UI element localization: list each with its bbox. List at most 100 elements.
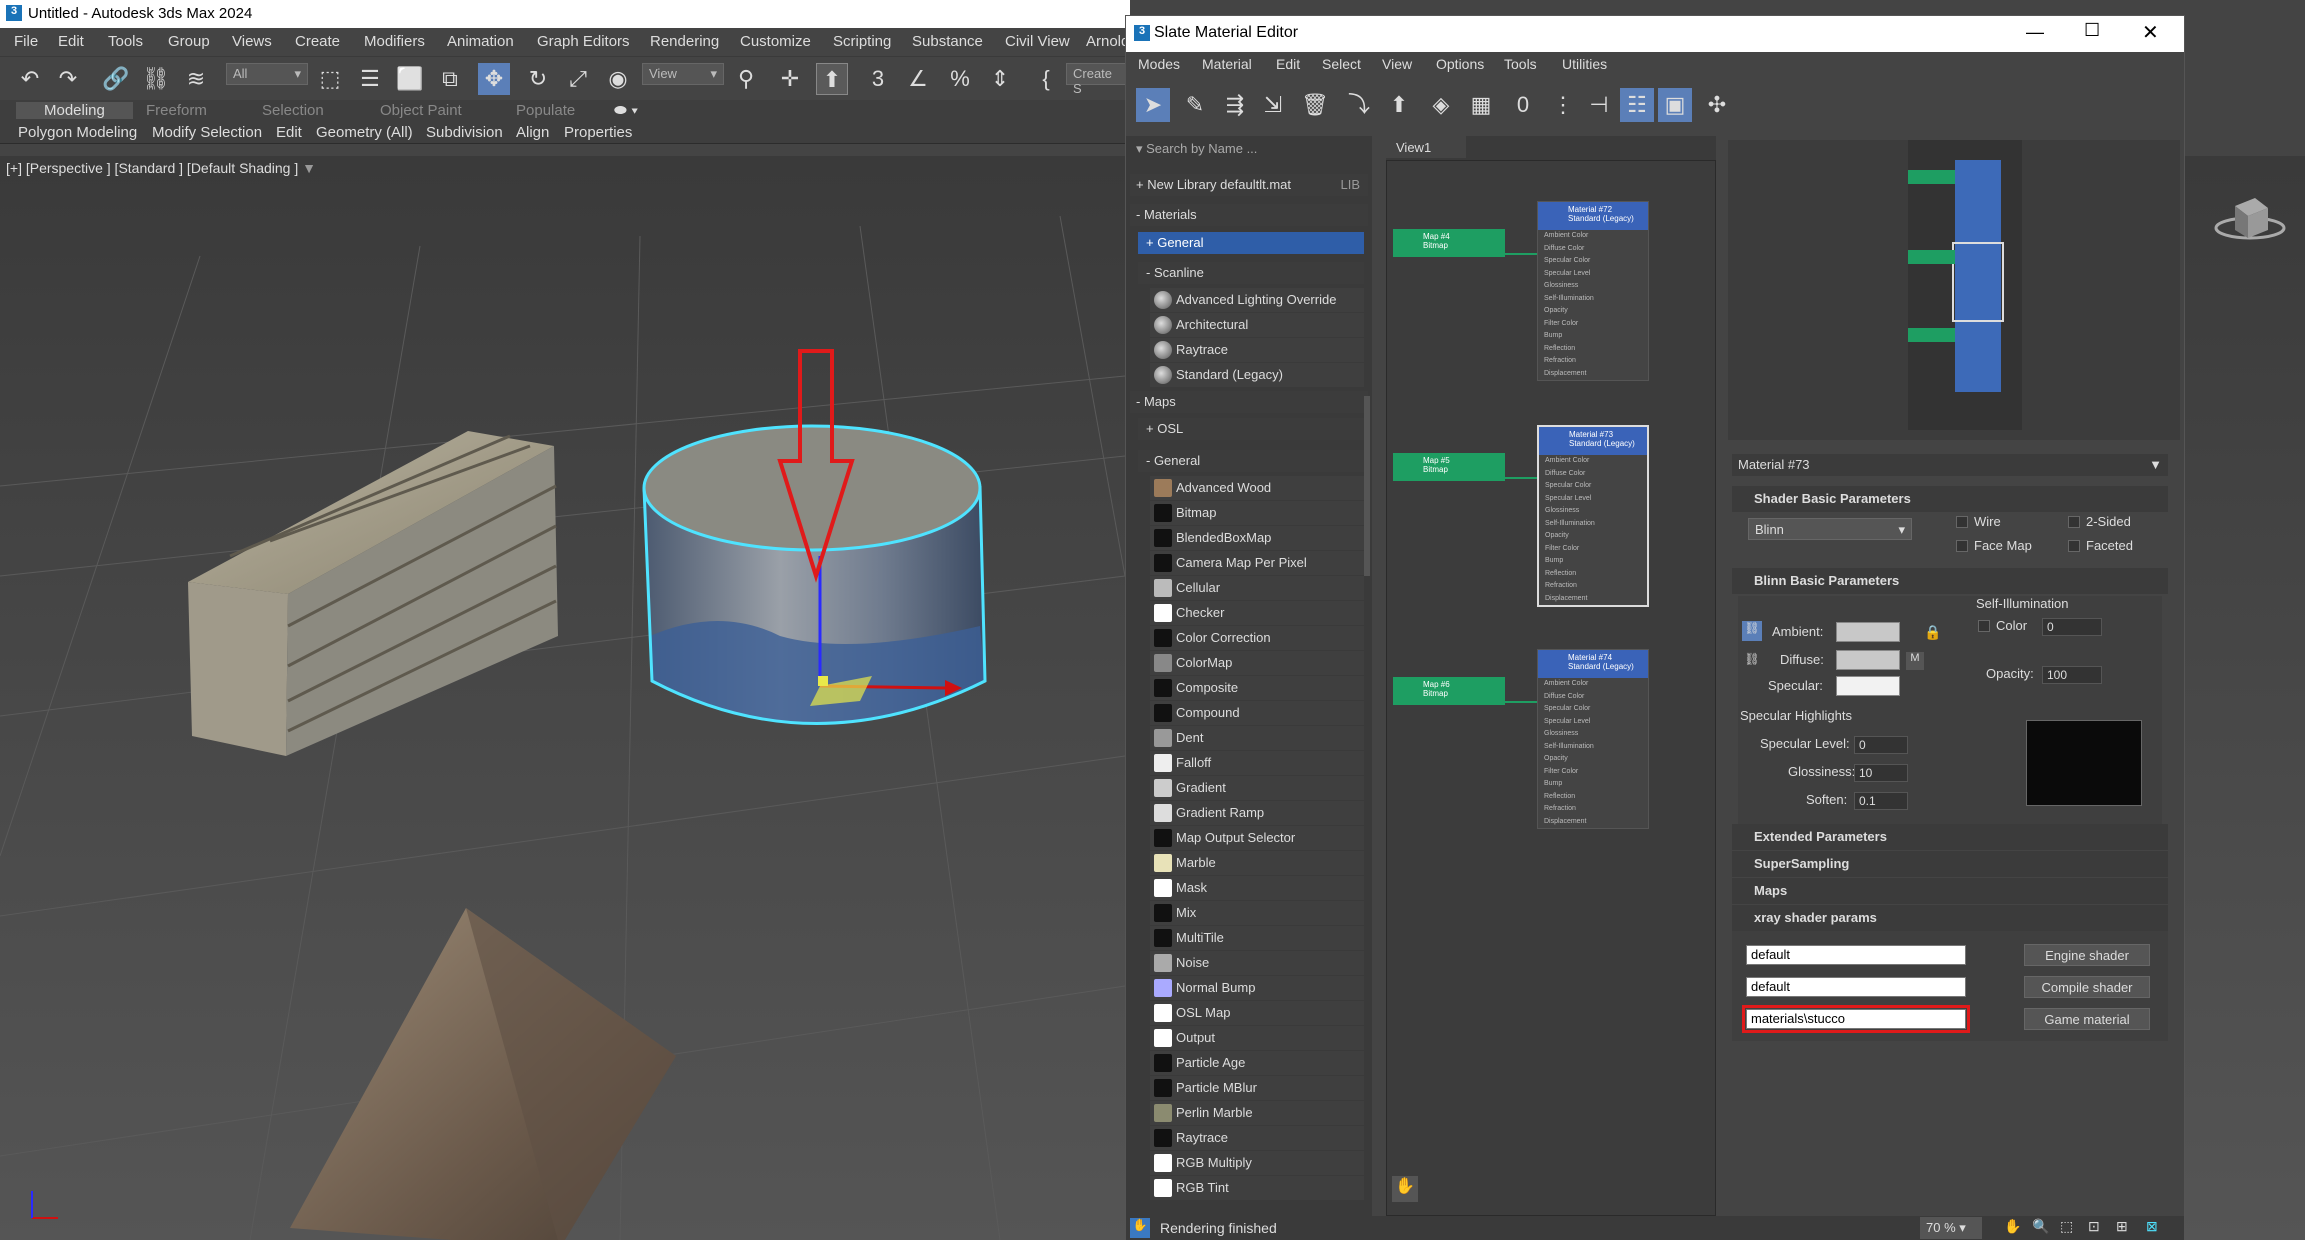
material-slot[interactable]: Reflection (1538, 343, 1648, 356)
zoom-icon[interactable]: 🔍 (2032, 1218, 2049, 1235)
material-slot[interactable]: Refraction (1538, 355, 1648, 368)
material-slot[interactable]: Opacity (1538, 753, 1648, 766)
material-slot[interactable]: Refraction (1539, 580, 1647, 593)
soften-value[interactable]: 0.1 (1854, 792, 1908, 810)
material-slot[interactable]: Self-Illumination (1539, 518, 1647, 531)
material-node-header[interactable]: Material #73 Standard (Legacy) (1539, 427, 1647, 455)
compile-shader-button[interactable]: Compile shader (2024, 976, 2150, 998)
slate-menu-edit[interactable]: Edit (1276, 56, 1300, 72)
material-slot[interactable]: Diffuse Color (1538, 691, 1648, 704)
diffuse-map-button[interactable]: M (1906, 652, 1924, 670)
material-slot[interactable]: Filter Color (1539, 543, 1647, 556)
navigator-view-rect[interactable] (1952, 242, 2004, 322)
navigator-hand-icon[interactable]: ✋ (1392, 1176, 1418, 1202)
slate-menu-options[interactable]: Options (1436, 56, 1484, 72)
select-object-icon[interactable]: ⬚ (314, 63, 346, 95)
viewport-label[interactable]: [+] [Perspective ] [Standard ] [Default … (6, 160, 316, 176)
map-item[interactable]: Composite (1150, 676, 1364, 700)
game-material-field[interactable]: materials\stucco (1742, 1005, 1970, 1033)
maximize-icon[interactable]: ☐ (2084, 20, 2100, 41)
self-illum-color-checkbox[interactable] (1978, 620, 1990, 632)
material-slot[interactable]: Filter Color (1538, 766, 1648, 779)
tab-modeling[interactable]: Modeling (16, 102, 133, 119)
material-slot[interactable]: Glossiness (1539, 505, 1647, 518)
shader-type-dropdown[interactable]: Blinn ▾ (1748, 518, 1912, 540)
link-icon[interactable]: 🔗 (100, 63, 132, 95)
hide-unused-slots-icon[interactable]: ⬆ (1382, 88, 1416, 122)
material-slot[interactable]: Filter Color (1538, 318, 1648, 331)
extended-parameters-header[interactable]: Extended Parameters (1732, 824, 2168, 850)
faceted-checkbox[interactable] (2068, 540, 2080, 552)
zoom-extents-icon[interactable]: ⊡ (2088, 1218, 2100, 1235)
material-slot[interactable]: Opacity (1538, 305, 1648, 318)
glossiness-value[interactable]: 10 (1854, 764, 1908, 782)
material-node[interactable]: Material #73 Standard (Legacy) Ambient Col… (1537, 425, 1649, 607)
menu-graph-editors[interactable]: Graph Editors (537, 33, 630, 50)
map-item[interactable]: Bitmap (1150, 501, 1364, 525)
assign-material-icon[interactable]: ⇲ (1256, 88, 1290, 122)
materials-general[interactable]: + General (1138, 232, 1364, 254)
maps-general-header[interactable]: - General (1138, 450, 1364, 472)
material-slot[interactable]: Bump (1538, 778, 1648, 791)
material-slot[interactable]: Displacement (1538, 816, 1648, 829)
material-slot[interactable]: Bump (1539, 555, 1647, 568)
map-item[interactable]: Output (1150, 1026, 1364, 1050)
fit-view-icon[interactable]: ⊠ (2146, 1218, 2158, 1235)
select-move-icon[interactable]: ✥ (478, 63, 510, 95)
material-slot[interactable]: Ambient Color (1539, 455, 1647, 468)
slate-menu-material[interactable]: Material (1202, 56, 1252, 72)
map-item[interactable]: Marble (1150, 851, 1364, 875)
keyboard-shortcut-icon[interactable]: ⬆ (816, 63, 848, 95)
menu-rendering[interactable]: Rendering (650, 33, 719, 50)
show-background-icon[interactable]: ▦ (1464, 88, 1498, 122)
ribbon-properties[interactable]: Properties (564, 124, 632, 141)
move-children-icon[interactable]: ⤵ (1342, 88, 1376, 122)
zoom-region-icon[interactable]: ⬚ (2060, 1218, 2073, 1235)
map-item[interactable]: Cellular (1150, 576, 1364, 600)
map-item[interactable]: ColorMap (1150, 651, 1364, 675)
scanline-item[interactable]: Architectural (1150, 313, 1364, 337)
bind-space-warp-icon[interactable]: ≋ (180, 63, 212, 95)
menu-customize[interactable]: Customize (740, 33, 811, 50)
map-item[interactable]: Advanced Wood (1150, 476, 1364, 500)
map-item[interactable]: Noise (1150, 951, 1364, 975)
material-slot[interactable]: Refraction (1538, 803, 1648, 816)
rectangular-selection-icon[interactable]: ⬜ (394, 63, 426, 95)
material-slot[interactable]: Reflection (1539, 568, 1647, 581)
menu-group[interactable]: Group (168, 33, 210, 50)
slate-menu-utilities[interactable]: Utilities (1562, 56, 1607, 72)
zoom-extents-selected-icon[interactable]: ⊞ (2116, 1218, 2128, 1235)
map-node[interactable]: Map #4 Bitmap (1393, 229, 1505, 257)
node-graph[interactable]: Material #72 Standard (Legacy) Ambient Col… (1386, 160, 1716, 1216)
map-item[interactable]: Raytrace (1150, 1126, 1364, 1150)
ambient-color-swatch[interactable] (1836, 622, 1900, 642)
menu-arnold[interactable]: Arnold (1086, 33, 1129, 50)
lock-ambient-diffuse-icon[interactable]: ⛓ (1742, 621, 1762, 641)
supersampling-header[interactable]: SuperSampling (1732, 851, 2168, 877)
map-node[interactable]: Map #6 Bitmap (1393, 677, 1505, 705)
redo-icon[interactable]: ↷ (52, 63, 84, 95)
delete-icon[interactable]: 🗑 (1298, 88, 1332, 122)
ribbon-edit[interactable]: Edit (276, 124, 302, 141)
tab-freeform[interactable]: Freeform (146, 102, 207, 119)
material-node-header[interactable]: Material #72 Standard (Legacy) (1538, 202, 1648, 230)
minimize-icon[interactable]: — (2026, 22, 2044, 43)
material-slot[interactable]: Specular Color (1538, 255, 1648, 268)
material-node[interactable]: Material #74 Standard (Legacy) Ambient Col… (1537, 649, 1649, 829)
ribbon-subdivision[interactable]: Subdivision (426, 124, 503, 141)
material-slot[interactable]: Opacity (1539, 530, 1647, 543)
map-item[interactable]: Particle Age (1150, 1051, 1364, 1075)
tab-populate[interactable]: Populate (516, 102, 575, 119)
material-map-browser-icon[interactable]: ▣ (1658, 88, 1692, 122)
select-rotate-icon[interactable]: ↻ (522, 63, 554, 95)
spinner-snap-icon[interactable]: ⇕ (984, 63, 1016, 95)
select-place-icon[interactable]: ◉ (602, 63, 634, 95)
angle-snap-icon[interactable]: ∠ (902, 63, 934, 95)
maps-header[interactable]: - Maps (1130, 391, 1368, 413)
edit-named-selection-icon[interactable]: { (1030, 63, 1062, 95)
browser-scrollbar[interactable] (1364, 396, 1370, 576)
map-item[interactable]: Gradient Ramp (1150, 801, 1364, 825)
ribbon-polygon-modeling[interactable]: Polygon Modeling (18, 124, 137, 141)
face-map-checkbox[interactable] (1956, 540, 1968, 552)
material-parameter-editor-icon[interactable]: ☷ (1620, 88, 1654, 122)
